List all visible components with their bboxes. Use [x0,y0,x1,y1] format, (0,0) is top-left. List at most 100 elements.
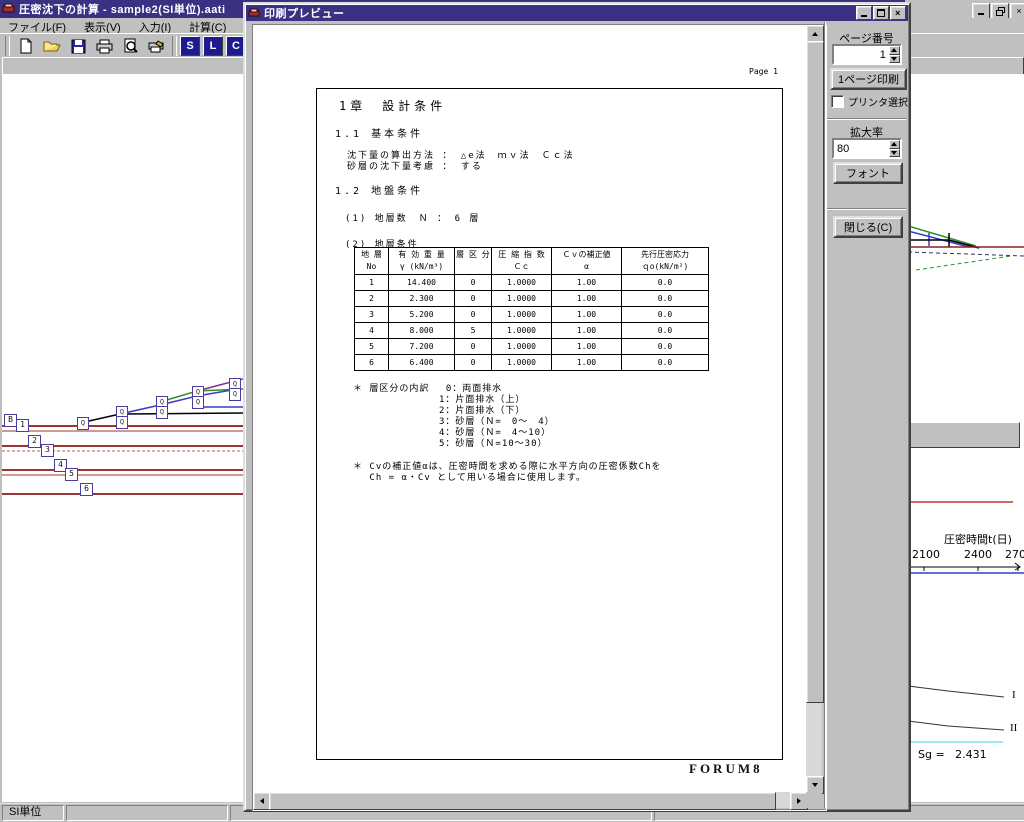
note-line: ＊ 層区分の内訳 0：両面排水 [353,384,555,395]
close-icon[interactable]: × [1010,3,1024,19]
table-cell: 0.0 [622,339,709,355]
vertical-scrollbar[interactable] [806,25,822,792]
table-cell: 0 [455,355,492,371]
main-window-buttons: × [971,3,1024,19]
curve-2-label: II [1010,722,1017,734]
table-header-cell: 先行圧密応力ｑo(kN/m²) [622,248,709,275]
toolbar-separator [5,36,10,56]
minimize-icon[interactable] [856,6,872,20]
doc-chapter-title: 1章 設計条件 [339,97,446,114]
font-button[interactable]: フォント [833,162,903,184]
note-line: 4：砂層（Ｎ= 4～10） [353,428,555,439]
print-preview-icon[interactable] [117,34,143,58]
preview-window-buttons: × [855,6,906,20]
close-icon[interactable]: × [890,6,906,20]
table-cell: 0 [455,275,492,291]
table-cell: 0.0 [622,355,709,371]
load-node-marker: Q [229,388,241,401]
open-file-icon[interactable] [39,34,65,58]
table-row: 66.40001.00001.000.0 [355,355,709,371]
spin-up-icon[interactable] [889,46,900,55]
table-header-cell: Ｃｖの補正値α [552,248,622,275]
preview-titlebar[interactable]: 印刷プレビュー × [246,5,908,21]
spin-down-icon[interactable] [889,55,900,64]
table-cell: 7.200 [389,339,455,355]
table-cell: 1.00 [552,275,622,291]
layer-label-1: 1 [16,419,29,432]
soil-profile-canvas: B123456QQQQQQQQQ [2,74,244,802]
zoom-input[interactable] [834,140,889,157]
mode-button-s[interactable]: S [180,36,200,56]
app-icon [2,3,16,15]
preview-window-title: 印刷プレビュー [264,5,345,21]
table-row: 48.00051.00001.000.0 [355,323,709,339]
table-header-cell: 有 効 重 量γ (kN/m³) [389,248,455,275]
table-cell: 8.000 [389,323,455,339]
main-window-title: 圧密沈下の計算 - sample2(SI単位).aati [19,1,226,17]
spin-up-icon[interactable] [889,140,900,149]
mode-buttons: SLC [180,36,249,56]
maximize-icon[interactable] [873,6,889,20]
printer-select-checkbox[interactable] [831,95,844,108]
preview-window-icon [248,8,261,19]
scrollbar-corner [806,792,822,808]
menu-item[interactable]: 計算(C) [187,19,228,34]
splitter-bar[interactable] [908,422,1020,448]
layer-label-2: 2 [28,435,41,448]
page-number-input[interactable] [834,46,889,63]
table-row: 57.20001.00001.000.0 [355,339,709,355]
table-cell: 0 [455,291,492,307]
menu-item[interactable]: ファイル(F) [6,19,68,34]
note-line: 5：砂層（Ｎ=10～30） [353,439,555,450]
horizontal-scroll-thumb[interactable] [269,792,776,810]
table-header-cell: 層 区 分 [455,248,492,275]
panel-divider [827,208,906,210]
new-file-icon[interactable] [13,34,39,58]
table-cell: 1.00 [552,323,622,339]
note-line: ＊ Cvの補正値αは、圧密時間を求める際に水平方向の圧密係数Chを [353,462,662,473]
table-cell: 0 [455,307,492,323]
table-cell: 2 [355,291,389,307]
table-cell: 1.00 [552,291,622,307]
menu-item[interactable]: 入力(I) [137,19,173,34]
menu-item[interactable]: 表示(V) [82,19,123,34]
table-cell: 0.0 [622,307,709,323]
table-cell: 0 [455,339,492,355]
toolbar-separator [172,36,177,56]
close-button[interactable]: 閉じる(C) [833,216,903,238]
table-row: 22.30001.00001.000.0 [355,291,709,307]
table-cell: 0.0 [622,323,709,339]
doc-layer-count: (1) 地層数 Ｎ ： 6 層 [345,211,480,224]
curve-1-label: I [1012,689,1016,701]
table-header-cell: 地 層No [355,248,389,275]
forum8-logo: FORUM8 [689,761,763,777]
minimize-icon[interactable] [972,3,990,19]
table-cell: 5 [355,339,389,355]
document-page: Page 1 1章 設計条件 1.1 基本条件 沈下量の算出方法 ： △e法 ｍ… [253,25,806,792]
zoom-spinner [832,138,902,159]
results-chart-canvas: 圧密時間t(日) 2100 2400 2700 I II Sg = 2.431 [907,74,1024,802]
table-cell: 4 [355,323,389,339]
note-layer-types: ＊ 層区分の内訳 0：両面排水1：片面排水（上）2：片面排水（下）3：砂層（Ｎ=… [353,384,555,450]
save-icon[interactable] [65,34,91,58]
table-row: 114.40001.00001.000.0 [355,275,709,291]
table-cell: 1.0000 [492,323,552,339]
printer-select-label: プリンタ選択 [848,94,908,109]
chart-axis-label: 圧密時間t(日) [944,531,1012,547]
doc-section-2: 1.2 地盤条件 [335,182,423,197]
vertical-scroll-thumb[interactable] [806,41,824,703]
note-line: Ch = α・Cv として用いる場合に使用します。 [353,473,662,484]
layer-label-3: 3 [41,444,54,457]
mode-button-l[interactable]: L [203,36,223,56]
print-icon[interactable] [91,34,117,58]
horizontal-scrollbar[interactable] [253,792,806,808]
restore-icon[interactable] [991,3,1009,19]
page-number-label: Page 1 [749,67,778,76]
spin-down-icon[interactable] [889,149,900,158]
table-cell: 6.400 [389,355,455,371]
layer-label-6: 6 [80,483,93,496]
table-cell: 1.0000 [492,307,552,323]
load-node-marker: Q [192,396,204,409]
print-one-page-button[interactable]: 1ページ印刷 [830,68,907,90]
page-setup-icon[interactable] [143,34,169,58]
